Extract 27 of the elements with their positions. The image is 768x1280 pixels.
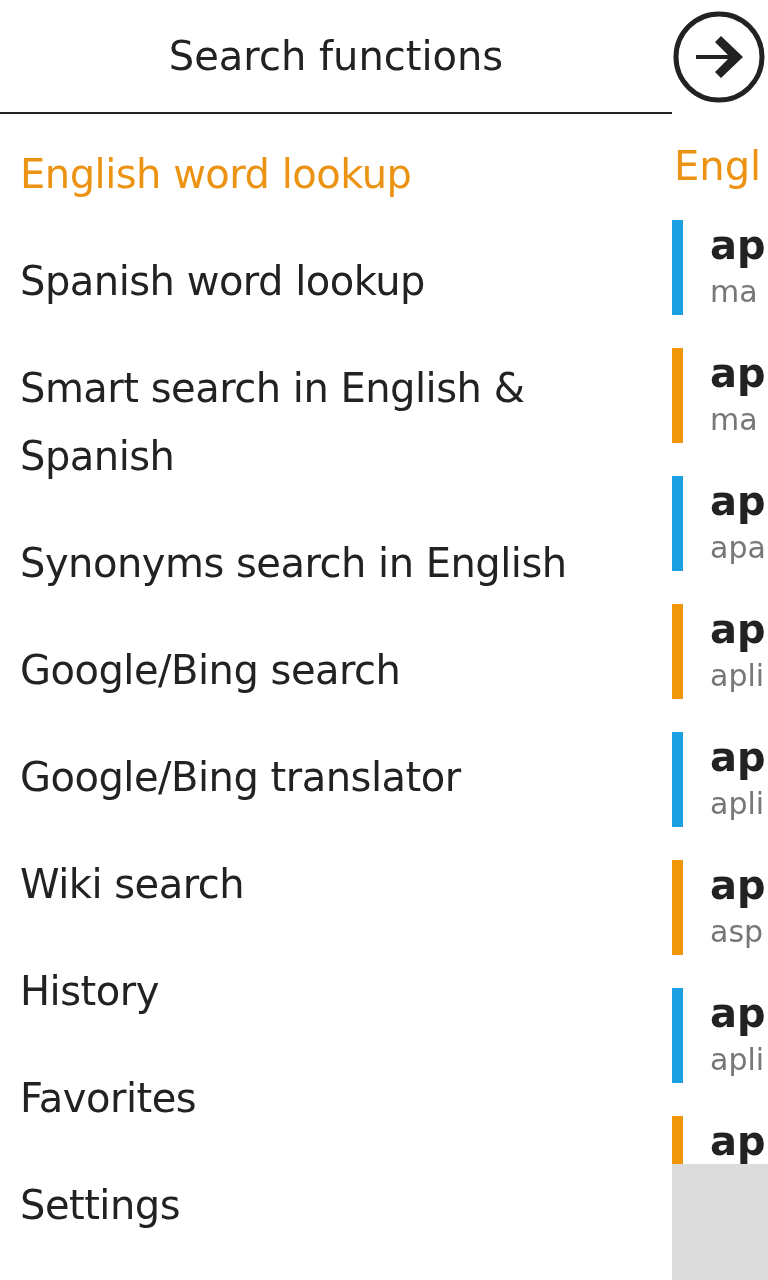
result-word[interactable]: ap <box>710 348 766 398</box>
result-translation: ma <box>710 273 759 311</box>
result-translation: ma <box>710 401 759 439</box>
result-translation: asp <box>710 913 765 951</box>
result-word[interactable]: ap <box>710 1116 766 1166</box>
result-word[interactable]: ap <box>710 220 766 270</box>
result-translation: apli <box>710 1041 766 1079</box>
result-translation: apli <box>710 657 766 695</box>
menu-item[interactable]: Synonyms search in English <box>0 509 672 616</box>
result-word[interactable]: ap <box>710 476 766 526</box>
panel-title: Search functions <box>168 33 504 79</box>
section-title: Engl <box>673 142 763 191</box>
result-translation: apli <box>710 785 766 823</box>
menu-item[interactable]: Favorites <box>0 1044 672 1151</box>
menu-item[interactable]: Settings <box>0 1151 672 1258</box>
result-word[interactable]: ap <box>710 732 766 782</box>
menu-item[interactable]: Smart search in English & Spanish <box>0 334 672 509</box>
arrow-circle-icon[interactable] <box>672 9 766 104</box>
menu-item[interactable]: Spanish word lookup <box>0 227 672 334</box>
result-translation: apa <box>710 529 766 567</box>
menu-item[interactable]: History <box>0 937 672 1044</box>
menu-item[interactable]: Google/Bing translator <box>0 723 672 830</box>
menu-item[interactable]: Google/Bing search <box>0 616 672 723</box>
result-word[interactable]: ap <box>710 604 766 654</box>
result-word[interactable]: ap <box>710 988 766 1038</box>
menu-item[interactable]: Wiki search <box>0 830 672 937</box>
result-word[interactable]: ap <box>710 860 766 910</box>
